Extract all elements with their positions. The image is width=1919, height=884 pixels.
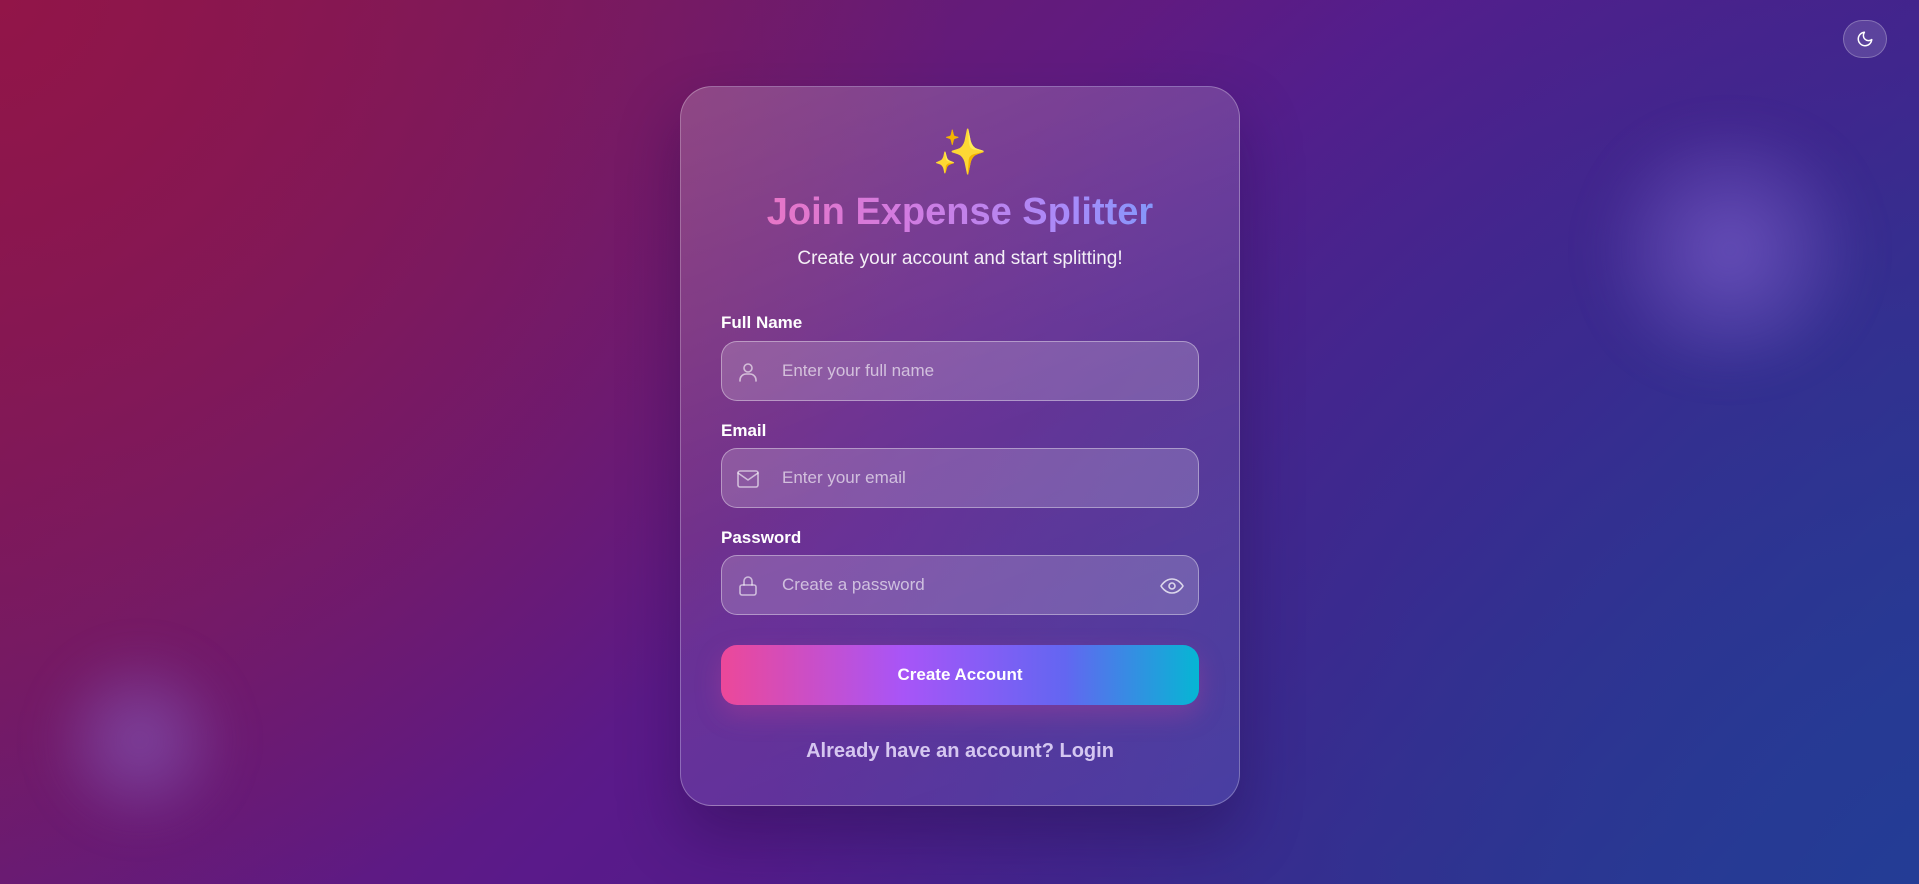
create-account-button[interactable]: Create Account bbox=[721, 645, 1199, 705]
moon-icon bbox=[1857, 31, 1873, 47]
mail-icon bbox=[737, 470, 759, 488]
email-input[interactable] bbox=[782, 449, 1142, 507]
login-prompt-text: Already have an account? bbox=[806, 740, 1054, 762]
full-name-field bbox=[721, 341, 1199, 401]
signup-card: ✨ Join Expense Splitter Create your acco… bbox=[680, 86, 1240, 806]
background-glow-right bbox=[1580, 130, 1880, 370]
full-name-label: Full Name bbox=[721, 313, 803, 332]
login-prompt: Already have an account? Login bbox=[681, 738, 1239, 764]
lock-icon bbox=[739, 576, 757, 596]
page-title: Join Expense Splitter bbox=[681, 189, 1239, 235]
sparkles-emoji: ✨ bbox=[932, 127, 988, 178]
password-label: Password bbox=[721, 528, 802, 547]
background-glow-left bbox=[40, 650, 240, 830]
login-link[interactable]: Login bbox=[1060, 740, 1114, 762]
email-field bbox=[721, 448, 1199, 508]
theme-toggle-button[interactable] bbox=[1843, 20, 1887, 58]
password-input[interactable] bbox=[782, 556, 1142, 614]
email-label: Email bbox=[721, 421, 767, 440]
user-icon bbox=[739, 363, 757, 382]
page-subtitle: Create your account and start splitting! bbox=[797, 248, 1123, 269]
eye-icon[interactable] bbox=[1159, 574, 1185, 598]
full-name-input[interactable] bbox=[782, 342, 1142, 400]
password-field bbox=[721, 555, 1199, 615]
